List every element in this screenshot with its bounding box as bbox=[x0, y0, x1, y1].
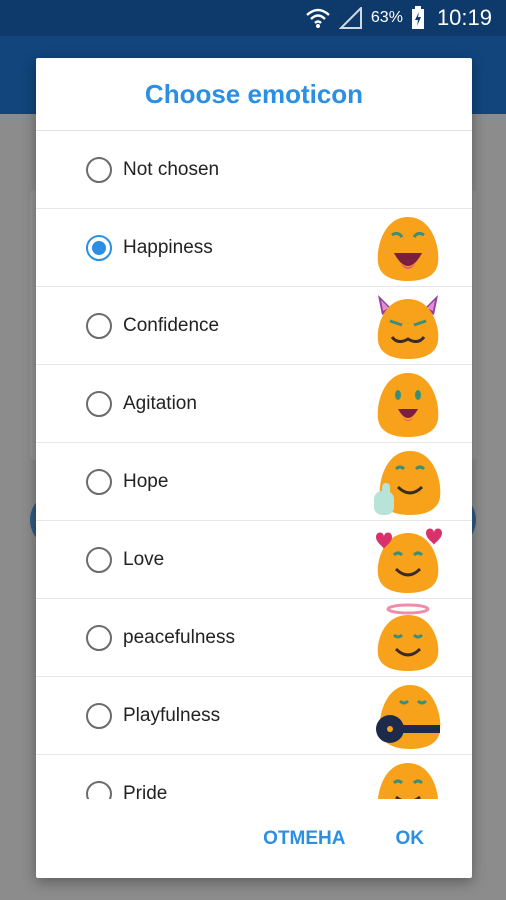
clock: 10:19 bbox=[436, 5, 492, 30]
option-pride[interactable]: Pride bbox=[36, 755, 472, 799]
option-label: Love bbox=[123, 548, 165, 570]
option-playfulness[interactable]: Playfulness bbox=[36, 677, 472, 755]
agitation-emoji-icon bbox=[377, 373, 439, 437]
radio-button[interactable] bbox=[86, 546, 112, 573]
dialog-actions: ОТМЕНА OK bbox=[36, 800, 472, 878]
battery-charging-icon bbox=[411, 6, 424, 29]
option-label: peacefulness bbox=[123, 626, 235, 648]
peacefulness-emoji-icon bbox=[377, 603, 439, 671]
option-agitation[interactable]: Agitation bbox=[36, 365, 472, 443]
radio-button[interactable] bbox=[86, 468, 112, 495]
cell-signal-icon bbox=[338, 7, 362, 29]
option-label: Pride bbox=[123, 782, 168, 800]
option-peacefulness[interactable]: peacefulness bbox=[36, 599, 472, 677]
radio-button[interactable] bbox=[86, 624, 112, 651]
choose-emoticon-dialog: Choose emoticon Not chosen Happiness Con… bbox=[36, 58, 472, 878]
hope-emoji-icon bbox=[374, 451, 441, 515]
playfulness-emoji-icon bbox=[376, 685, 441, 749]
radio-button[interactable] bbox=[86, 390, 112, 417]
love-emoji-icon bbox=[376, 528, 442, 593]
emoticon-list[interactable]: Not chosen Happiness Confidence Agitatio… bbox=[36, 131, 472, 799]
radio-button-selected[interactable] bbox=[86, 234, 112, 261]
option-label: Hope bbox=[123, 470, 169, 492]
option-happiness[interactable]: Happiness bbox=[36, 209, 472, 287]
radio-button[interactable] bbox=[86, 780, 112, 799]
radio-button[interactable] bbox=[86, 702, 112, 729]
option-label: Not chosen bbox=[123, 158, 220, 180]
ok-button[interactable]: OK bbox=[396, 828, 425, 850]
status-bar: 63% 10:19 bbox=[0, 0, 506, 36]
wifi-icon bbox=[306, 8, 330, 28]
radio-button[interactable] bbox=[86, 312, 112, 339]
option-label: Agitation bbox=[123, 392, 197, 414]
option-label: Confidence bbox=[123, 314, 220, 336]
pride-emoji-icon bbox=[378, 763, 438, 799]
option-love[interactable]: Love bbox=[36, 521, 472, 599]
option-label: Playfulness bbox=[123, 704, 221, 726]
radio-button[interactable] bbox=[86, 156, 112, 183]
option-confidence[interactable]: Confidence bbox=[36, 287, 472, 365]
option-not-chosen[interactable]: Not chosen bbox=[36, 131, 472, 209]
option-hope[interactable]: Hope bbox=[36, 443, 472, 521]
confidence-emoji-icon bbox=[377, 295, 439, 359]
dialog-title: Choose emoticon bbox=[36, 58, 472, 131]
happiness-emoji-icon bbox=[377, 217, 439, 281]
battery-percent: 63% bbox=[370, 9, 403, 26]
cancel-button[interactable]: ОТМЕНА bbox=[263, 828, 345, 850]
option-label: Happiness bbox=[123, 236, 213, 258]
